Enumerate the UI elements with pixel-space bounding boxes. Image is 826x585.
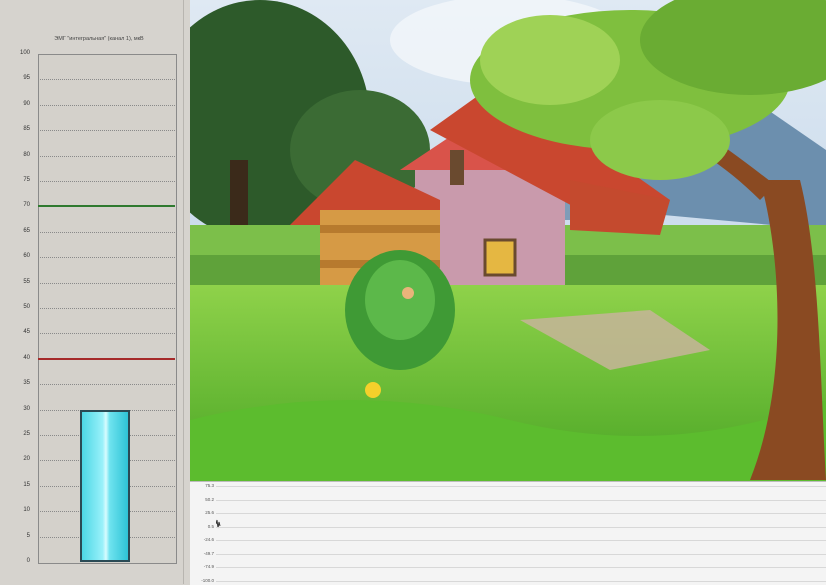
emg-gauge-panel: ЭМГ "интегральная" (канал 1), мкВ 100 95 9… — [0, 0, 184, 584]
gauge-tick-label: 55 — [23, 278, 30, 285]
gauge-tick-label: 100 — [19, 50, 30, 56]
strip-tick-label: 25.6 — [205, 510, 214, 516]
strip-gridline — [216, 513, 826, 515]
lower-threshold-line — [38, 357, 175, 360]
yellow-flower — [365, 382, 381, 398]
gauge-tick-label: 50 — [23, 304, 30, 310]
strip-gridline — [216, 486, 826, 487]
gauge-tick-label: 35 — [23, 380, 30, 387]
strip-tick-label: 0.5 — [207, 523, 214, 529]
gauge-tick-label: 75 — [23, 177, 30, 183]
gauge-gridline — [38, 231, 175, 233]
gauge-tick-label: 15 — [23, 481, 30, 488]
strip-gridline — [216, 499, 826, 501]
strip-tick-label: -100.0 — [201, 578, 214, 583]
strip-gridline — [216, 581, 826, 582]
strip-tick-label: 75.3 — [205, 483, 214, 488]
strip-tick-label: -24.6 — [203, 537, 214, 543]
strip-gridline — [216, 553, 826, 555]
gauge-gridline — [38, 104, 175, 106]
gauge-gridline — [38, 384, 175, 386]
gauge-tick-label: 60 — [23, 253, 30, 260]
gauge-tick-label: 40 — [23, 354, 30, 361]
strip-gridline — [216, 567, 826, 569]
gauge-gridline — [38, 130, 175, 132]
gauge-gridline — [38, 333, 175, 335]
gauge-tick-label: 90 — [23, 100, 30, 107]
strip-gridline — [216, 540, 826, 542]
gauge-tick-label: 5 — [26, 532, 30, 539]
signal-trace-strip: 75.3 50.2 25.6 0.5 -24.6 -49.7 -74.9 -100.0 — [190, 481, 826, 585]
gauge-tick-label: 80 — [23, 151, 30, 158]
gauge-gridline — [38, 308, 175, 309]
gauge-title: ЭМГ "интегральная" (канал 1), мкВ — [54, 36, 144, 42]
emg-level-bar — [80, 409, 130, 562]
gauge-tick-label: 20 — [23, 456, 30, 463]
strip-tick-label: 50.2 — [205, 496, 214, 502]
gauge-tick-label: 45 — [23, 329, 30, 336]
signal-trace — [216, 519, 221, 529]
gauge-tick-label: 65 — [23, 227, 30, 234]
strip-gridline — [216, 526, 826, 528]
gauge-tick-label: 95 — [23, 75, 30, 82]
upper-threshold-line — [38, 205, 175, 208]
gauge-tick-label: 10 — [23, 507, 30, 514]
gauge-gridline — [38, 155, 175, 157]
gauge-tick-label: 0 — [26, 558, 30, 564]
feedback-scene — [190, 0, 826, 481]
strip-tick-label: -74.9 — [203, 564, 214, 570]
gauge-tick-label: 25 — [23, 431, 30, 437]
gauge-gridline — [38, 257, 175, 259]
gauge-gridline — [38, 181, 175, 182]
house-landscape-illustration — [190, 0, 826, 481]
gauge-tick-label: 30 — [23, 405, 30, 412]
strip-tick-label: -49.7 — [203, 550, 214, 556]
gauge-tick-label: 70 — [23, 202, 30, 209]
gauge-gridline — [38, 79, 175, 81]
gauge-tick-label: 85 — [23, 126, 30, 133]
gauge-gridline — [38, 282, 175, 284]
